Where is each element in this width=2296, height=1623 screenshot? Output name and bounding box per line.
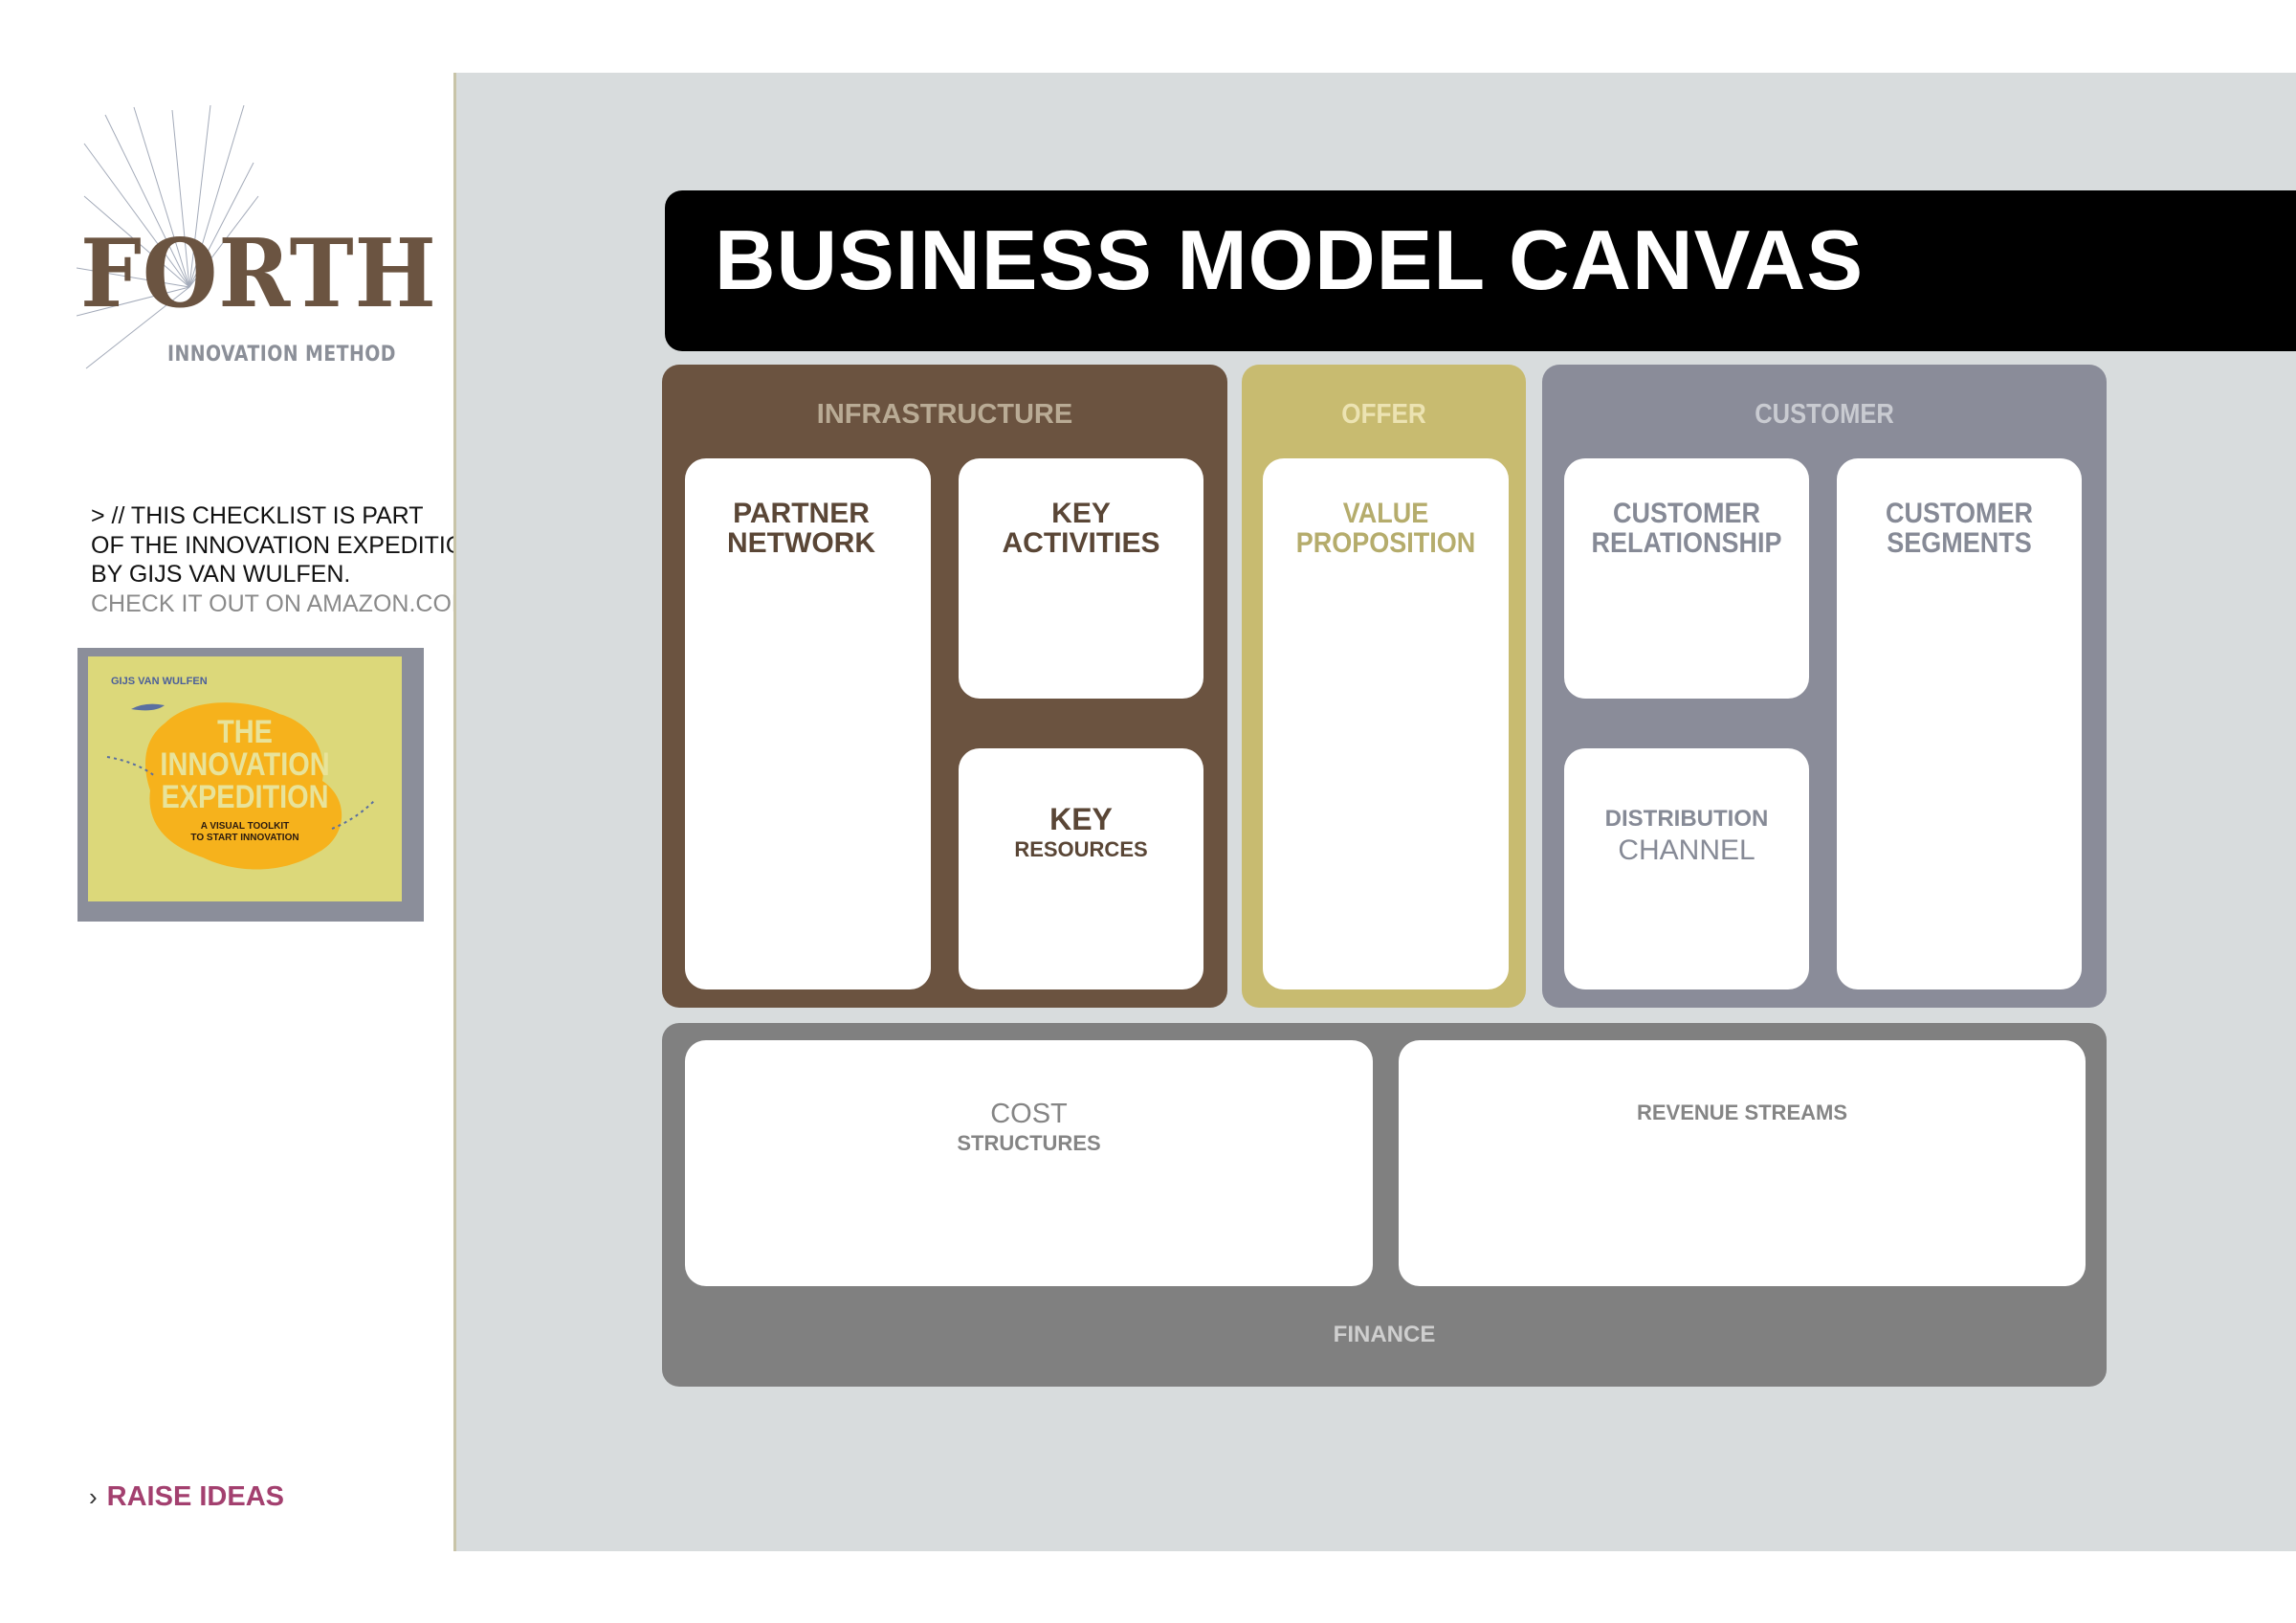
book-subtitle-line: TO START INNOVATION [190,833,299,843]
title-bar: BUSINESS MODEL CANVAS [665,190,2296,351]
key-activities-box[interactable]: KEY ACTIVITIES [959,458,1203,699]
finance-title: FINANCE [1333,1322,1436,1347]
book-title-line: THE [217,714,273,750]
offer-title: OFFER [1341,399,1426,430]
cost-structures-box[interactable]: COST STRUCTURES [685,1040,1373,1286]
amazon-link[interactable]: CHECK IT OUT ON AMAZON.COM [91,589,488,619]
intro-text: > // THIS CHECKLIST IS PART OF THE INNOV… [91,501,488,618]
logo-tagline: INNOVATION METHOD [167,343,396,367]
book-cover: GIJS VAN WULFEN THE INNOVATION EXPEDITIO… [88,656,402,901]
step-raise-ideas[interactable]: › RAISE IDEAS [89,1481,284,1513]
step-label: RAISE IDEAS [106,1481,284,1512]
chevron-right-icon: › [89,1482,98,1511]
finance-panel: COST STRUCTURES REVENUE STREAMS FINANCE [662,1023,2107,1387]
book-title: THE INNOVATION EXPEDITION [112,716,379,813]
distribution-channel-box[interactable]: DISTRIBUTION CHANNEL [1564,748,1809,989]
value-proposition-box[interactable]: VALUE PROPOSITION [1263,458,1509,989]
infrastructure-title: INFRASTRUCTURE [816,399,1073,430]
revenue-streams-label: REVENUE STREAMS [1636,1101,1848,1124]
page-title: BUSINESS MODEL CANVAS [715,212,1865,307]
partner-network-box[interactable]: PARTNER NETWORK [685,458,931,989]
customer-title: CUSTOMER [1755,399,1894,430]
cost-structures-label: COST STRUCTURES [957,1099,1101,1155]
intro-line: OF THE INNOVATION EXPEDITION, [91,531,489,559]
key-resources-box[interactable]: KEY RESOURCES [959,748,1203,989]
book-title-line: INNOVATION [160,746,330,783]
revenue-streams-box[interactable]: REVENUE STREAMS [1399,1040,2086,1286]
intro-line: BY GIJS VAN WULFEN. [91,561,351,588]
customer-panel: CUSTOMER CUSTOMER RELATIONSHIP CUSTOMER … [1542,365,2107,1008]
book-subtitle-line: A VISUAL TOOLKIT [200,821,290,832]
partner-network-label: PARTNER NETWORK [727,498,875,559]
key-activities-label: KEY ACTIVITIES [1002,498,1160,559]
customer-relationship-box[interactable]: CUSTOMER RELATIONSHIP [1564,458,1809,699]
offer-panel: OFFER VALUE PROPOSITION [1242,365,1526,1008]
book-title-line: EXPEDITION [161,779,329,815]
customer-segments-label: CUSTOMER SEGMENTS [1885,498,2034,559]
key-resources-label: KEY RESOURCES [1014,802,1148,861]
customer-relationship-label: CUSTOMER RELATIONSHIP [1591,498,1782,559]
logo-wordmark: FORTH [80,219,437,329]
infrastructure-panel: INFRASTRUCTURE PARTNER NETWORK KEY ACTIV… [662,365,1227,1008]
intro-line: > // THIS CHECKLIST IS PART [91,502,424,529]
value-proposition-label: VALUE PROPOSITION [1295,498,1476,559]
book-cover-image[interactable]: GIJS VAN WULFEN THE INNOVATION EXPEDITIO… [77,648,424,922]
distribution-channel-label: DISTRIBUTION CHANNEL [1604,806,1769,866]
book-author: GIJS VAN WULFEN [111,676,208,687]
customer-segments-box[interactable]: CUSTOMER SEGMENTS [1837,458,2082,989]
book-subtitle: A VISUAL TOOLKIT TO START INNOVATION [88,821,402,844]
